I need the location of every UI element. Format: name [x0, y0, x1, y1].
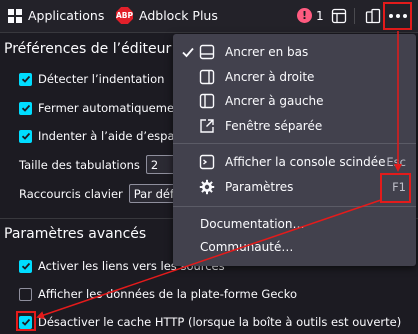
menu-item-label: Ancrer à droite	[225, 70, 315, 84]
menu-item-community[interactable]: Communauté…	[173, 235, 416, 259]
menu-item-label: Ancrer en bas	[225, 45, 309, 59]
tab-size-label: Taille des tabulations	[19, 157, 140, 172]
toolbar-divider	[354, 8, 355, 24]
gecko-platform-label: Afficher les données de la plate-forme G…	[38, 287, 298, 301]
indent-spaces-label: Indenter à l’aide d’espaces	[38, 129, 194, 143]
adblock-plus-tab-label: Adblock Plus	[139, 8, 218, 23]
menu-item-split-console[interactable]: Afficher la console scindée Esc	[173, 150, 416, 174]
menu-item-separate-window[interactable]: Fenêtre séparée	[173, 114, 416, 138]
editor-preferences-title: Préférences de l’éditeur	[4, 41, 172, 57]
error-counter[interactable]: ! 1	[297, 8, 324, 23]
menu-separator	[173, 143, 416, 144]
menu-item-shortcut: Esc	[386, 155, 406, 169]
split-icon	[365, 8, 381, 24]
more-options-button[interactable]	[383, 2, 412, 30]
grid-icon	[8, 8, 22, 23]
devtools-toolbar: Applications ABP Adblock Plus ! 1	[0, 0, 418, 33]
devtools-window: Applications ABP Adblock Plus ! 1 Préfér…	[0, 0, 418, 334]
menu-item-label: Documentation…	[200, 217, 305, 231]
menu-item-dock-left[interactable]: Ancrer à gauche	[173, 89, 416, 113]
detect-indentation-label: Détecter l’indentation	[38, 72, 165, 86]
menu-item-dock-right[interactable]: Ancrer à droite	[173, 65, 416, 89]
more-icon	[388, 14, 407, 18]
menu-separator	[173, 206, 416, 207]
dock-right-icon	[199, 69, 215, 85]
dock-bottom-icon	[199, 44, 215, 60]
autoclose-brackets-checkbox[interactable]	[19, 101, 32, 115]
applications-tab-label: Applications	[28, 8, 105, 23]
gecko-platform-checkbox[interactable]	[19, 287, 32, 301]
separate-window-icon	[200, 119, 214, 133]
menu-item-documentation[interactable]: Documentation…	[173, 212, 416, 236]
more-options-menu: Ancrer en bas Ancrer à droite Ancrer à g…	[173, 34, 416, 266]
menu-item-label: Fenêtre séparée	[225, 119, 323, 133]
applications-tab[interactable]: Applications	[8, 8, 104, 23]
indent-spaces-option[interactable]: Indenter à l’aide d’espaces	[19, 129, 194, 143]
indent-spaces-checkbox[interactable]	[19, 129, 32, 143]
settings-shortcut-highlight	[380, 173, 411, 203]
source-links-checkbox[interactable]	[19, 259, 32, 273]
abp-icon: ABP	[116, 7, 133, 24]
http-cache-highlight	[16, 311, 36, 331]
error-count: 1	[316, 8, 324, 23]
gecko-platform-option[interactable]: Afficher les données de la plate-forme G…	[19, 287, 297, 301]
gear-icon	[199, 179, 215, 195]
layout-icon	[331, 8, 347, 24]
responsive-design-button[interactable]	[362, 5, 384, 27]
frame-picker-button[interactable]	[328, 5, 350, 27]
detect-indentation-checkbox[interactable]	[19, 72, 32, 86]
menu-item-label: Ancrer à gauche	[225, 94, 324, 108]
menu-item-dock-bottom[interactable]: Ancrer en bas	[173, 40, 416, 64]
menu-item-label: Paramètres	[225, 180, 294, 194]
console-icon	[199, 154, 215, 170]
disable-http-cache-option[interactable]: Désactiver le cache HTTP (lorsque la boî…	[19, 315, 401, 329]
adblock-plus-tab[interactable]: ABP Adblock Plus	[116, 7, 218, 24]
keymap-label: Raccourcis clavier	[19, 186, 123, 201]
menu-item-label: Afficher la console scindée	[225, 155, 386, 169]
checkmark-icon	[182, 47, 194, 58]
detect-indentation-option[interactable]: Détecter l’indentation	[19, 72, 164, 86]
disable-http-cache-label: Désactiver le cache HTTP (lorsque la boî…	[38, 315, 402, 329]
advanced-settings-title: Paramètres avancés	[4, 226, 147, 242]
dock-left-icon	[199, 93, 215, 109]
menu-item-label: Communauté…	[200, 240, 294, 254]
error-icon: !	[297, 8, 312, 23]
